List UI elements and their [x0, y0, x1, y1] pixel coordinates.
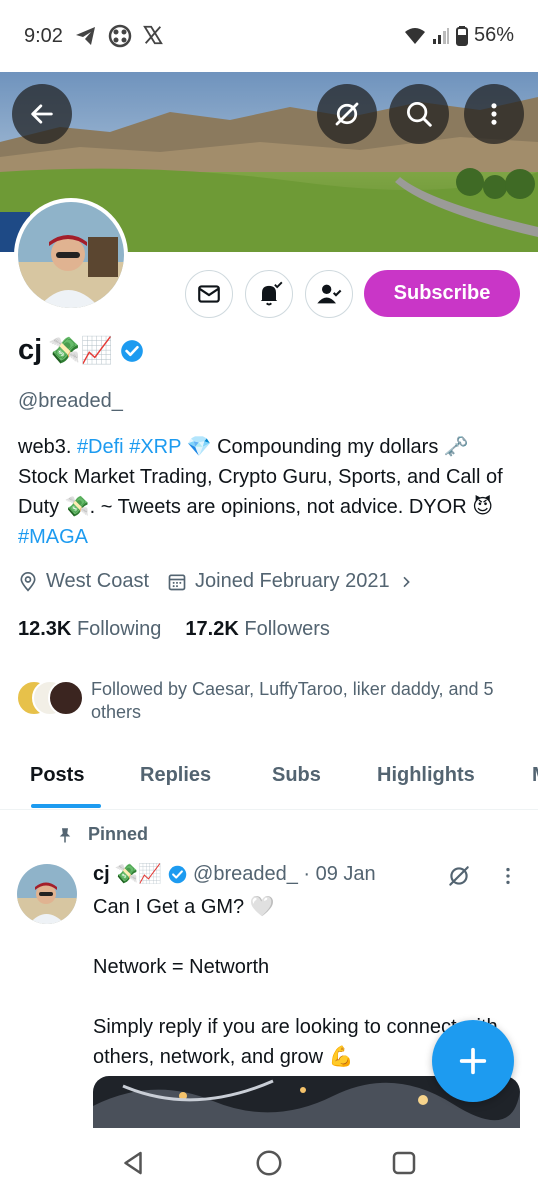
active-tab-indicator	[31, 804, 101, 808]
profile-tabs: Posts Replies Subs Highlights M	[0, 746, 538, 810]
profile-bio: web3. #Defi #XRP 💎 Compounding my dollar…	[18, 432, 518, 552]
tweet-handle-date: @breaded_ · 09 Jan	[193, 862, 376, 885]
following-button[interactable]	[305, 270, 353, 318]
followers-count: 17.2K	[185, 618, 239, 640]
chevron-right-icon	[403, 576, 410, 587]
wifi-icon	[404, 27, 425, 44]
tab-subs[interactable]: Subs	[272, 764, 321, 787]
status-icons-right: 56%	[404, 24, 514, 47]
followers-label: Followers	[244, 618, 330, 640]
location-item: West Coast	[18, 570, 149, 593]
pinned-label: Pinned	[88, 824, 149, 844]
tweet-avatar-image	[17, 864, 77, 924]
pin-icon	[59, 827, 71, 842]
grok-button[interactable]	[317, 84, 377, 144]
verified-badge-icon	[168, 865, 187, 883]
bell-check-icon	[260, 281, 283, 306]
back-arrow-icon	[31, 104, 53, 124]
hashtag-link[interactable]: #MAGA	[18, 526, 88, 548]
battery-percent: 56%	[473, 24, 514, 46]
signal-icon	[432, 27, 449, 44]
telegram-icon	[76, 27, 95, 45]
bio-text: web3.	[18, 436, 77, 458]
pinned-label-row: Pinned	[56, 824, 148, 845]
subscribe-button[interactable]: Subscribe	[364, 270, 520, 317]
followed-by-avatars[interactable]	[16, 678, 86, 718]
followers-link[interactable]: 17.2K Followers	[185, 618, 330, 641]
tweet-author-name[interactable]: cj	[93, 863, 110, 886]
battery-icon	[455, 25, 468, 46]
system-nav-bar	[0, 1128, 538, 1199]
grok-icon[interactable]	[446, 863, 472, 889]
followed-by-text[interactable]: Followed by Caesar, LuffyTaroo, liker da…	[91, 678, 511, 724]
grok-icon	[335, 102, 359, 126]
hashtag-link[interactable]: #Defi	[77, 436, 124, 458]
app-icon	[108, 24, 132, 48]
compose-button[interactable]	[432, 1020, 514, 1102]
following-link[interactable]: 12.3K Following	[18, 618, 161, 641]
tweet-avatar[interactable]	[17, 864, 77, 924]
more-vertical-icon	[491, 103, 497, 125]
tweet-header: cj 💸📈 @breaded_ · 09 Jan	[93, 862, 376, 886]
search-button[interactable]	[389, 84, 449, 144]
tweet-name-emojis: 💸📈	[114, 864, 163, 885]
profile-handle: @breaded_	[18, 390, 123, 412]
status-bar: 9:02 56%	[0, 0, 538, 72]
tweet-more-icon[interactable]	[497, 865, 519, 887]
verified-badge-icon	[121, 339, 143, 362]
follow-counts: 12.3K Following 17.2K Followers	[18, 618, 330, 641]
name-row: cj 💸📈	[18, 334, 145, 367]
mail-icon	[198, 285, 220, 303]
follower-avatar	[48, 680, 84, 716]
hashtag-link[interactable]: #XRP	[129, 436, 181, 458]
more-options-button[interactable]	[464, 84, 524, 144]
location-text: West Coast	[46, 570, 149, 592]
name-emojis: 💸📈	[48, 335, 113, 365]
joined-item[interactable]: Joined February 2021	[167, 570, 414, 593]
user-check-icon	[317, 284, 342, 304]
back-button[interactable]	[12, 84, 72, 144]
nav-recents-icon[interactable]	[389, 1148, 419, 1178]
following-label: Following	[76, 618, 162, 640]
nav-home-icon[interactable]	[254, 1148, 284, 1178]
joined-text: Joined February 2021	[195, 570, 390, 592]
message-button[interactable]	[185, 270, 233, 318]
calendar-icon	[168, 574, 186, 590]
tab-replies[interactable]: Replies	[140, 764, 211, 787]
following-count: 12.3K	[18, 618, 72, 640]
profile-meta: West Coast Joined February 2021	[18, 570, 432, 593]
plus-icon	[459, 1047, 487, 1075]
avatar-image	[18, 202, 124, 308]
location-pin-icon	[20, 571, 36, 592]
display-name: cj	[18, 334, 43, 366]
tab-highlights[interactable]: Highlights	[377, 764, 475, 787]
nav-back-icon[interactable]	[118, 1148, 148, 1178]
x-icon	[143, 25, 163, 45]
status-time: 9:02	[24, 25, 63, 47]
profile-avatar[interactable]	[14, 198, 128, 312]
notifications-button[interactable]	[245, 270, 293, 318]
status-icons-left	[74, 24, 164, 48]
tab-media[interactable]: M	[532, 764, 538, 787]
tab-posts[interactable]: Posts	[30, 764, 84, 787]
search-icon	[407, 102, 432, 127]
